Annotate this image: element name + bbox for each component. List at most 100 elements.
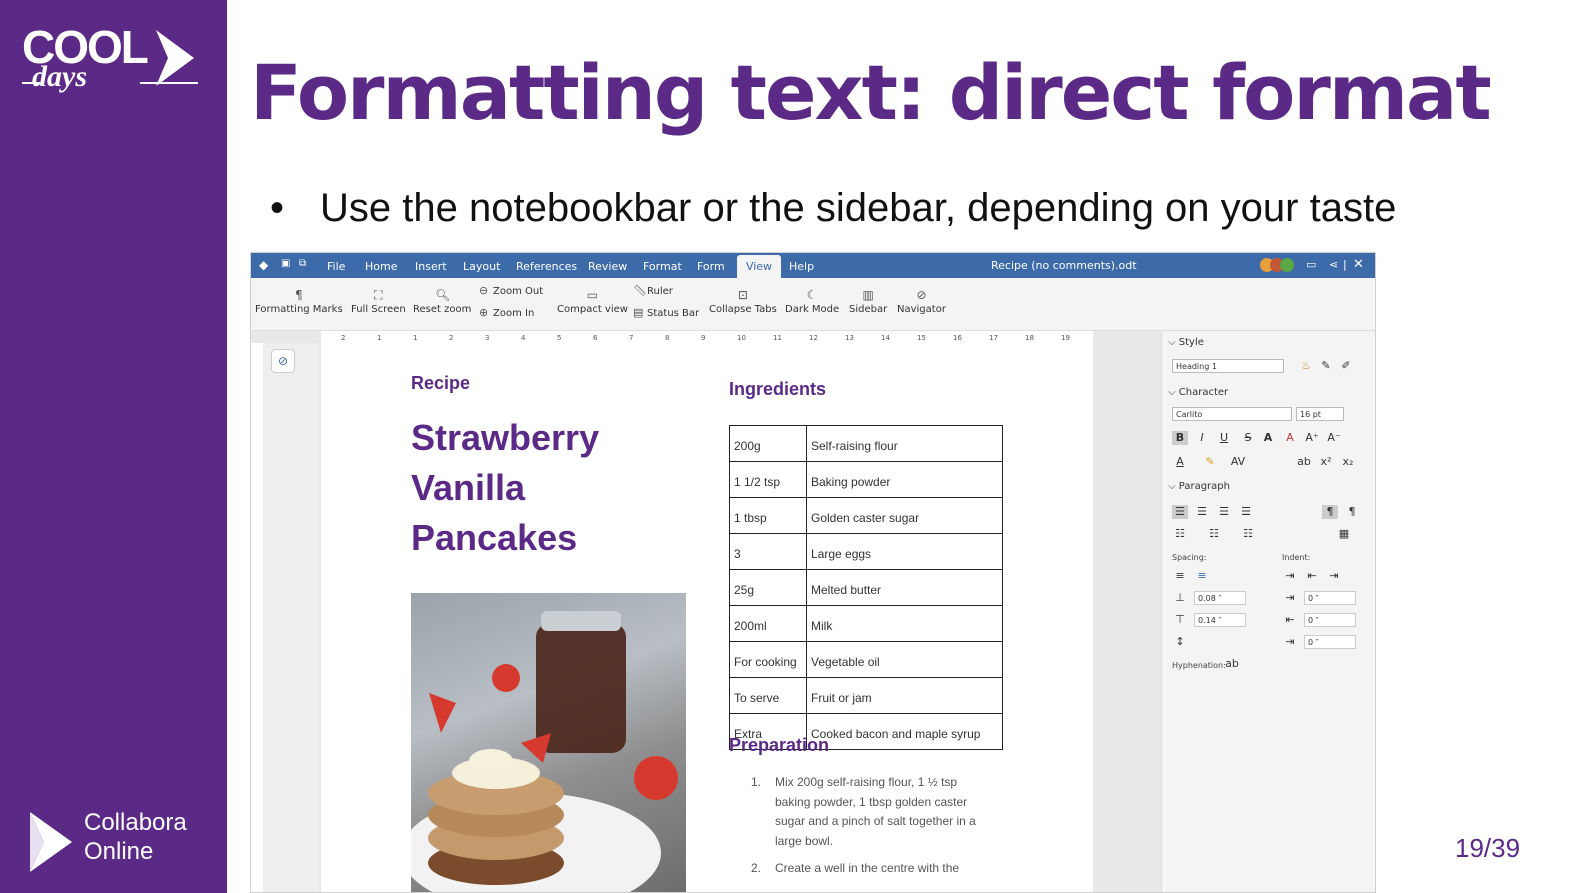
highlight-icon[interactable]: ✎ [1202, 455, 1218, 469]
compact-view-icon: ▭ [586, 288, 599, 302]
ingredient-quantity: 1 1/2 tsp [729, 461, 807, 498]
grow-font-icon[interactable]: A⁺ [1304, 431, 1320, 445]
bullet-list-icon[interactable]: ☷ [1172, 527, 1188, 541]
paragraph-style-select[interactable]: Heading 1 [1172, 359, 1284, 373]
ruler-tick-label: 13 [845, 334, 854, 342]
font-size-select[interactable]: 16 pt [1296, 407, 1344, 421]
align-center-icon[interactable]: ☰ [1194, 505, 1210, 519]
menu-home[interactable]: Home [365, 260, 397, 273]
size-value: 16 pt [1300, 410, 1321, 419]
ingredient-name: Large eggs [806, 533, 1003, 570]
paragraph-heading: Paragraph [1178, 481, 1230, 492]
justify-icon[interactable]: ☰ [1238, 505, 1254, 519]
ruler-tick-label: 8 [665, 334, 669, 342]
ruler-tick-label: 12 [809, 334, 818, 342]
superscript-icon[interactable]: x² [1318, 455, 1334, 469]
collapse-tabs-button[interactable]: ⊡ Collapse Tabs [709, 288, 777, 315]
pancakes-photo [411, 593, 686, 892]
hyphenation-icon[interactable]: ab [1224, 657, 1240, 671]
underline-icon[interactable]: U [1216, 431, 1232, 445]
fullscreen-icon: ⛶ [374, 288, 383, 302]
below-spacing-input[interactable]: 0.14 ″ [1194, 613, 1246, 627]
decrease-indent-icon[interactable]: ⇤ [1304, 569, 1320, 583]
user-avatars [1259, 257, 1299, 273]
increase-indent-icon[interactable]: ⇥ [1282, 569, 1298, 583]
full-screen-button[interactable]: ⛶ Full Screen [351, 288, 406, 315]
after-indent-icon: ⇤ [1285, 613, 1295, 626]
menu-form[interactable]: Form [697, 260, 725, 273]
save-icon[interactable]: ▣ [281, 258, 290, 269]
ruler-tick-label: 9 [701, 334, 705, 342]
character-section-header[interactable]: ⌵ Character [1168, 387, 1228, 398]
navigator-side-icon[interactable]: ⊘ [271, 349, 295, 373]
ingredient-name: Golden caster sugar [806, 497, 1003, 534]
dark-mode-label: Dark Mode [785, 304, 840, 315]
ruler-toggle[interactable]: 📏︎Ruler [633, 284, 673, 297]
above-spacing-icon: ⊥ [1175, 591, 1185, 604]
menu-help[interactable]: Help [789, 260, 814, 273]
menu-layout[interactable]: Layout [463, 260, 500, 273]
style-heading: Style [1178, 337, 1204, 348]
subscript-icon[interactable]: x₂ [1340, 455, 1356, 469]
menu-bar: ◆ ▣ ⧉ File Home Insert Layout References… [251, 253, 1375, 278]
open-window-icon[interactable]: ⧉ [299, 258, 306, 269]
menu-view-active[interactable]: View [737, 255, 781, 278]
share-icon[interactable]: ⋖ [1329, 258, 1338, 271]
close-icon[interactable]: ✕ [1353, 257, 1364, 272]
compact-view-button[interactable]: ▭ Compact view [557, 288, 628, 315]
above-spacing-input[interactable]: 0.08 ″ [1194, 591, 1246, 605]
shadow-icon[interactable]: A [1260, 431, 1276, 445]
line-spacing-icon[interactable]: ↕ [1172, 635, 1188, 649]
zoom-out-button[interactable]: ⊖ Zoom Out [479, 284, 543, 297]
shrink-font-icon[interactable]: A⁻ [1326, 431, 1342, 445]
after-indent-value: 0 ″ [1308, 616, 1319, 625]
outline-list-icon[interactable]: ☷ [1240, 527, 1256, 541]
strikethrough-icon[interactable]: S [1240, 431, 1256, 445]
style-section-header[interactable]: ⌵ Style [1168, 337, 1204, 348]
magnifier-icon: 🔍︎ [435, 288, 451, 302]
first-line-indent-input[interactable]: 0 ″ [1304, 635, 1356, 649]
status-bar-toggle[interactable]: ▤ Status Bar [633, 306, 699, 319]
font-color-icon[interactable]: A [1172, 455, 1188, 469]
brand-sidebar: COOL days Collabora Online [0, 0, 227, 893]
character-heading: Character [1178, 387, 1229, 398]
dark-mode-button[interactable]: ☾ Dark Mode [785, 288, 839, 315]
align-right-icon[interactable]: ☰ [1216, 505, 1232, 519]
new-style-icon[interactable]: ✎ [1318, 359, 1334, 373]
menu-file[interactable]: File [327, 260, 345, 273]
numbered-list-icon[interactable]: ☷ [1206, 527, 1222, 541]
sidebar-button[interactable]: ▥ Sidebar [849, 288, 887, 315]
indent-label: Indent: [1282, 553, 1311, 562]
ruler-icon: 📏︎ [633, 284, 647, 297]
reset-zoom-button[interactable]: 🔍︎ Reset zoom [413, 288, 471, 315]
navigator-button[interactable]: ⊘ Navigator [897, 288, 946, 315]
menu-references[interactable]: References [516, 260, 577, 273]
italic-icon[interactable]: I [1194, 431, 1210, 445]
zoom-in-button[interactable]: ⊕ Zoom In [479, 306, 534, 319]
preparation-heading: Preparation [729, 735, 830, 755]
sidebar-toggle-icon[interactable]: ▭ [1306, 258, 1316, 271]
before-indent-input[interactable]: 0 ″ [1304, 591, 1356, 605]
increase-spacing-icon[interactable]: ≡ [1172, 569, 1188, 583]
paragraph-bg-icon[interactable]: ▦ [1336, 527, 1352, 541]
paragraph-section-header[interactable]: ⌵ Paragraph [1168, 481, 1230, 492]
hanging-indent-icon[interactable]: ⇥ [1326, 569, 1342, 583]
formatting-marks-button[interactable]: ¶ Formatting Marks [255, 288, 343, 315]
ltr-icon[interactable]: ¶ [1322, 505, 1338, 519]
decrease-spacing-icon[interactable]: ≡ [1194, 569, 1210, 583]
menu-review[interactable]: Review [588, 260, 627, 273]
align-left-icon[interactable]: ☰ [1172, 505, 1188, 519]
menu-format[interactable]: Format [643, 260, 682, 273]
clear-format-icon[interactable]: A [1282, 431, 1298, 445]
update-style-icon[interactable]: ✐ [1338, 359, 1354, 373]
menu-insert[interactable]: Insert [415, 260, 447, 273]
bold-icon[interactable]: B [1172, 431, 1188, 445]
fill-format-icon[interactable]: ♨ [1298, 359, 1314, 373]
character-spacing-icon[interactable]: AV [1230, 455, 1246, 469]
after-indent-input[interactable]: 0 ″ [1304, 613, 1356, 627]
document-page[interactable]: Recipe Strawberry Vanilla Pancakes Ingre… [321, 343, 1093, 892]
rtl-icon[interactable]: ¶ [1344, 505, 1360, 519]
ingredient-name: Milk [806, 605, 1003, 642]
font-name-select[interactable]: Carlito [1172, 407, 1292, 421]
case-icon[interactable]: ab [1296, 455, 1312, 469]
